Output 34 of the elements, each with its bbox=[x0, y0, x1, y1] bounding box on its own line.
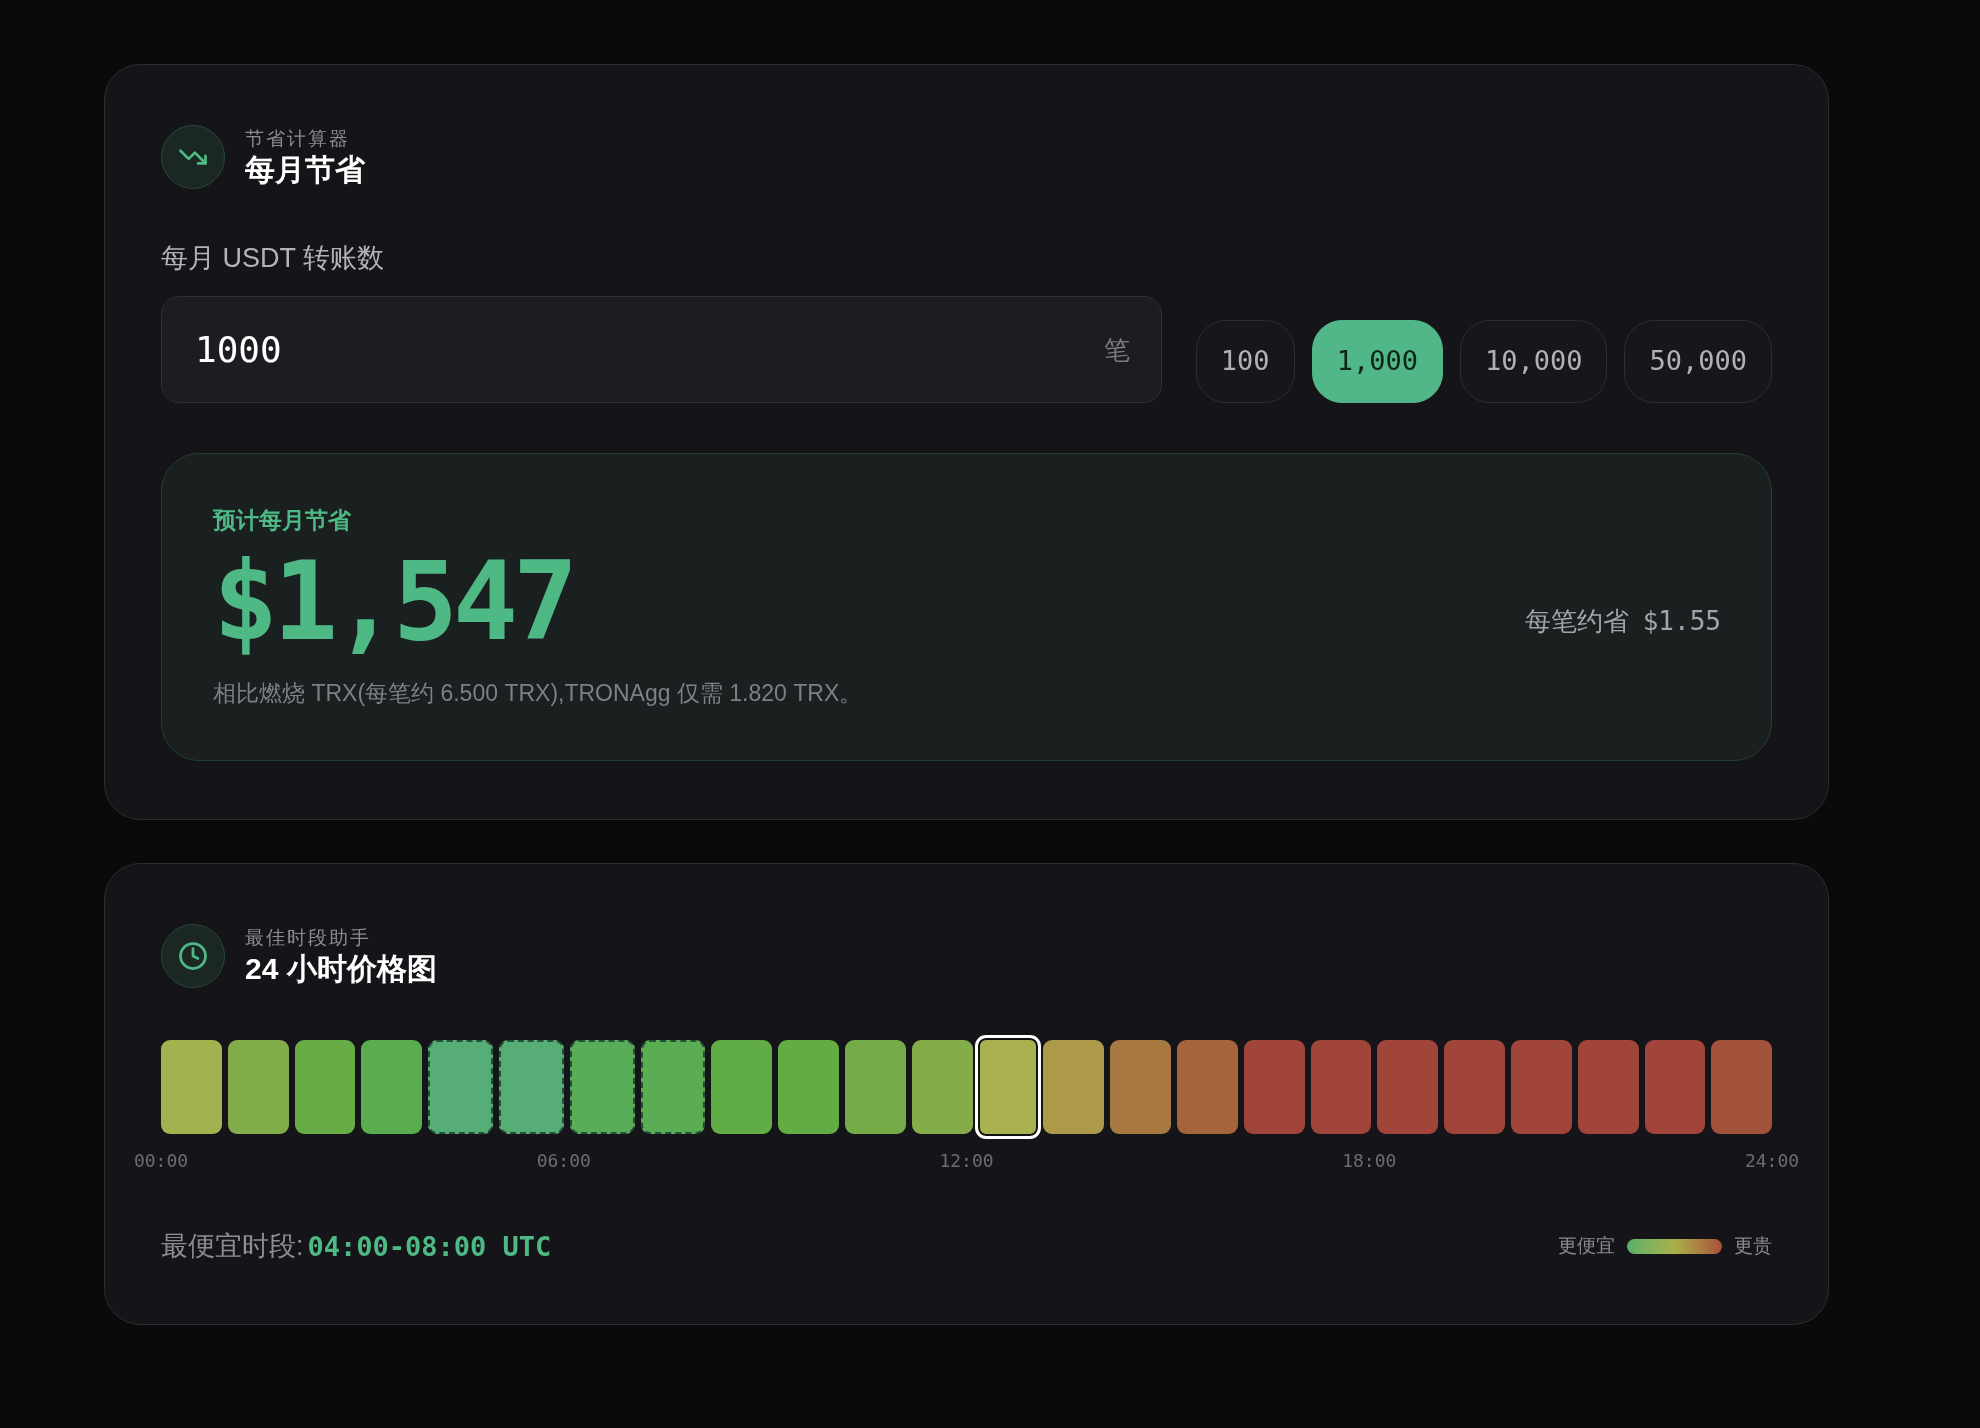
gradient-swatch-icon bbox=[1627, 1239, 1722, 1254]
axis-label: 06:00 bbox=[535, 1149, 592, 1173]
section-eyebrow: 节省计算器 bbox=[245, 126, 350, 151]
legend-label: 更贵 bbox=[1734, 1234, 1772, 1259]
savings-amount: $1,547 bbox=[213, 548, 574, 656]
axis-label: 18:00 bbox=[1341, 1149, 1398, 1173]
savings-note: 相比燃烧 TRX(每笔约 6.500 TRX),TRONAgg 仅需 1.820 TRX。 bbox=[213, 679, 863, 708]
price-bar[interactable] bbox=[1043, 1040, 1105, 1134]
price-bar[interactable] bbox=[844, 1040, 906, 1134]
section-title: 24 小时价格图 bbox=[245, 950, 437, 987]
price-bar[interactable] bbox=[911, 1040, 973, 1134]
price-bar[interactable] bbox=[640, 1040, 706, 1134]
price-bar[interactable] bbox=[569, 1040, 635, 1134]
best-window-value: 04:00-08:00 UTC bbox=[307, 1230, 552, 1264]
price-bar[interactable] bbox=[711, 1040, 773, 1134]
axis-label: 12:00 bbox=[938, 1149, 995, 1173]
axis-label: 24:00 bbox=[1743, 1149, 1801, 1173]
preset-button[interactable]: 1,000 bbox=[1311, 320, 1443, 403]
section-title: 每月节省 bbox=[245, 151, 365, 188]
per-transfer-label: 每笔约省 bbox=[1524, 604, 1629, 638]
price-bar[interactable] bbox=[227, 1040, 289, 1134]
estimate-label: 预计每月节省 bbox=[213, 506, 351, 535]
preset-button[interactable]: 50,000 bbox=[1624, 320, 1772, 403]
unit-label: 笔 bbox=[1103, 333, 1130, 367]
legend-label: 更便宜 bbox=[1558, 1234, 1615, 1259]
section-eyebrow: 最佳时段助手 bbox=[245, 925, 371, 950]
price-bar[interactable] bbox=[294, 1040, 356, 1134]
per-transfer-value: $1.55 bbox=[1642, 604, 1721, 638]
price-bar[interactable] bbox=[361, 1040, 423, 1134]
best-window-label: 最便宜时段: bbox=[161, 1230, 304, 1263]
preset-button[interactable]: 100 bbox=[1195, 320, 1295, 403]
axis-label: 00:00 bbox=[132, 1149, 190, 1173]
field-label: 每月 USDT 转账数 bbox=[161, 243, 384, 273]
preset-button[interactable]: 10,000 bbox=[1459, 320, 1608, 403]
